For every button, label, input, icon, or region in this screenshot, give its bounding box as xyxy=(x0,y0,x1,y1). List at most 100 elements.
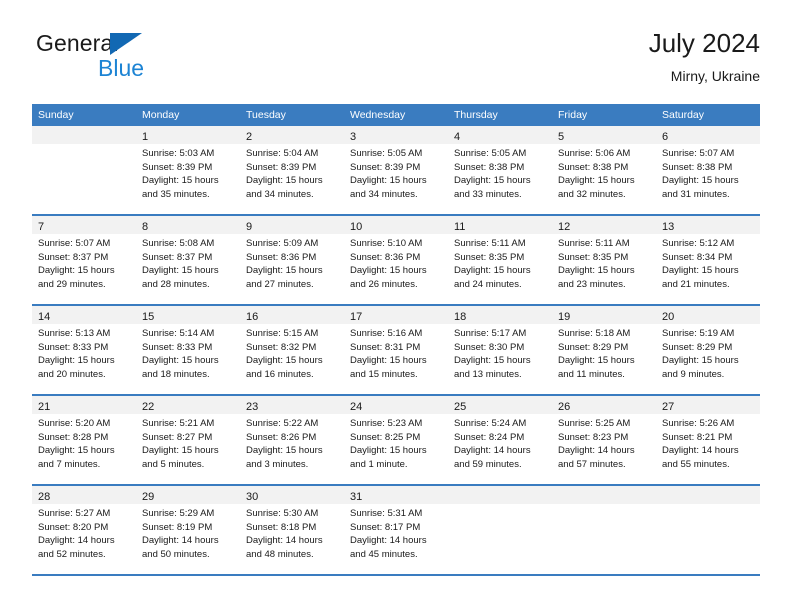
day-cell-inner: 18 Sunrise: 5:17 AM Sunset: 8:30 PM Dayligh… xyxy=(448,306,552,394)
calendar-day-cell[interactable]: 4 Sunrise: 5:05 AM Sunset: 8:38 PM Daylight… xyxy=(448,126,552,215)
weekday-header-thursday: Thursday xyxy=(448,104,552,126)
day-detail-line: Sunrise: 5:14 AM xyxy=(142,328,215,339)
day-cell-inner: 13 Sunrise: 5:12 AM Sunset: 8:34 PM Dayligh… xyxy=(656,216,760,304)
day-cell-details: Sunrise: 5:08 AM Sunset: 8:37 PM Daylight:… xyxy=(136,234,240,291)
calendar-day-cell[interactable]: 9 Sunrise: 5:09 AM Sunset: 8:36 PM Daylight… xyxy=(240,214,344,305)
day-detail-line: Sunrise: 5:25 AM xyxy=(558,418,631,429)
day-detail-line: and 32 minutes. xyxy=(558,188,626,200)
day-cell-details: Sunrise: 5:09 AM Sunset: 8:36 PM Daylight:… xyxy=(240,234,344,291)
day-detail-line: Sunset: 8:38 PM xyxy=(558,161,629,173)
day-number: 4 xyxy=(454,131,461,143)
day-number-band: 14 xyxy=(32,306,136,324)
calendar-day-cell[interactable]: 23 Sunrise: 5:22 AM Sunset: 8:26 PM Dayligh… xyxy=(240,394,344,485)
day-detail-line: Sunrise: 5:04 AM xyxy=(246,148,319,159)
calendar-day-cell[interactable]: 5 Sunrise: 5:06 AM Sunset: 8:38 PM Daylight… xyxy=(552,126,656,215)
day-detail-line: Sunrise: 5:05 AM xyxy=(350,148,423,159)
day-number-band: 3 xyxy=(344,126,448,144)
day-cell-inner: 5 Sunrise: 5:06 AM Sunset: 8:38 PM Daylight… xyxy=(552,126,656,214)
calendar-day-cell[interactable]: 19 Sunrise: 5:18 AM Sunset: 8:29 PM Dayligh… xyxy=(552,304,656,395)
day-detail-line: Daylight: 15 hours xyxy=(142,265,219,277)
calendar-day-cell[interactable]: 14 Sunrise: 5:13 AM Sunset: 8:33 PM Dayligh… xyxy=(32,304,136,395)
calendar-day-cell[interactable]: 10 Sunrise: 5:10 AM Sunset: 8:36 PM Dayligh… xyxy=(344,214,448,305)
day-detail-line: and 57 minutes. xyxy=(558,458,626,470)
day-cell-inner: 21 Sunrise: 5:20 AM Sunset: 8:28 PM Dayligh… xyxy=(32,396,136,484)
day-number-band: 19 xyxy=(552,306,656,324)
calendar-day-cell[interactable]: 22 Sunrise: 5:21 AM Sunset: 8:27 PM Dayligh… xyxy=(136,394,240,485)
day-cell-inner: 11 Sunrise: 5:11 AM Sunset: 8:35 PM Dayligh… xyxy=(448,216,552,304)
day-number-band: 24 xyxy=(344,396,448,414)
day-detail-line: Daylight: 15 hours xyxy=(38,265,115,277)
page-subtitle: Mirny, Ukraine xyxy=(670,68,760,84)
day-number: 9 xyxy=(246,221,253,233)
calendar-day-cell[interactable]: 11 Sunrise: 5:11 AM Sunset: 8:35 PM Dayligh… xyxy=(448,214,552,305)
day-number: 18 xyxy=(454,311,467,323)
day-number-band: 18 xyxy=(448,306,552,324)
calendar-day-cell[interactable]: 6 Sunrise: 5:07 AM Sunset: 8:38 PM Daylight… xyxy=(656,126,760,215)
calendar-day-cell[interactable]: 25 Sunrise: 5:24 AM Sunset: 8:24 PM Dayligh… xyxy=(448,394,552,485)
day-cell-details xyxy=(656,504,760,507)
calendar-day-cell[interactable]: 12 Sunrise: 5:11 AM Sunset: 8:35 PM Dayligh… xyxy=(552,214,656,305)
day-detail-line: Sunrise: 5:19 AM xyxy=(662,328,735,339)
day-number: 6 xyxy=(662,131,669,143)
weekday-header-tuesday: Tuesday xyxy=(240,104,344,126)
day-detail-line: Daylight: 15 hours xyxy=(246,265,323,277)
calendar-day-cell[interactable]: 28 Sunrise: 5:27 AM Sunset: 8:20 PM Dayligh… xyxy=(32,484,136,576)
calendar-day-cell[interactable]: 21 Sunrise: 5:20 AM Sunset: 8:28 PM Dayligh… xyxy=(32,394,136,485)
day-detail-line: and 27 minutes. xyxy=(246,278,314,290)
day-detail-line: Sunset: 8:30 PM xyxy=(454,341,525,353)
calendar-day-cell[interactable]: 16 Sunrise: 5:15 AM Sunset: 8:32 PM Dayligh… xyxy=(240,304,344,395)
calendar-day-cell[interactable]: 8 Sunrise: 5:08 AM Sunset: 8:37 PM Daylight… xyxy=(136,214,240,305)
day-detail-line: Sunrise: 5:31 AM xyxy=(350,508,423,519)
day-detail-line: Sunrise: 5:08 AM xyxy=(142,238,215,249)
weekday-header-saturday: Saturday xyxy=(656,104,760,126)
day-cell-details: Sunrise: 5:20 AM Sunset: 8:28 PM Daylight:… xyxy=(32,414,136,471)
calendar-day-cell[interactable]: 31 Sunrise: 5:31 AM Sunset: 8:17 PM Dayligh… xyxy=(344,484,448,576)
day-cell-details: Sunrise: 5:23 AM Sunset: 8:25 PM Daylight:… xyxy=(344,414,448,471)
logo-text-general: General xyxy=(36,30,119,56)
calendar-grid: Sunday Monday Tuesday Wednesday Thursday… xyxy=(32,104,760,576)
day-cell-details: Sunrise: 5:16 AM Sunset: 8:31 PM Daylight:… xyxy=(344,324,448,381)
day-number-band: 6 xyxy=(656,126,760,144)
calendar-day-cell[interactable]: 27 Sunrise: 5:26 AM Sunset: 8:21 PM Dayligh… xyxy=(656,394,760,485)
day-number-band: 10 xyxy=(344,216,448,234)
day-detail-line: Sunset: 8:31 PM xyxy=(350,341,421,353)
weekday-header-friday: Friday xyxy=(552,104,656,126)
calendar-day-cell[interactable]: 3 Sunrise: 5:05 AM Sunset: 8:39 PM Daylight… xyxy=(344,126,448,215)
day-cell-details: Sunrise: 5:05 AM Sunset: 8:39 PM Daylight:… xyxy=(344,144,448,201)
calendar-day-cell[interactable]: 13 Sunrise: 5:12 AM Sunset: 8:34 PM Dayligh… xyxy=(656,214,760,305)
day-number: 1 xyxy=(142,131,149,143)
day-number-band: 26 xyxy=(552,396,656,414)
day-detail-line: Sunset: 8:35 PM xyxy=(558,251,629,263)
day-detail-line: Daylight: 15 hours xyxy=(246,355,323,367)
day-number-band: 5 xyxy=(552,126,656,144)
day-number-band: 28 xyxy=(32,486,136,504)
day-number: 12 xyxy=(558,221,571,233)
day-cell-details xyxy=(552,504,656,507)
calendar-day-cell[interactable]: 24 Sunrise: 5:23 AM Sunset: 8:25 PM Dayligh… xyxy=(344,394,448,485)
day-cell-details: Sunrise: 5:13 AM Sunset: 8:33 PM Daylight:… xyxy=(32,324,136,381)
day-number: 2 xyxy=(246,131,253,143)
day-cell-details: Sunrise: 5:31 AM Sunset: 8:17 PM Daylight:… xyxy=(344,504,448,561)
calendar-week-row: 14 Sunrise: 5:13 AM Sunset: 8:33 PM Dayligh… xyxy=(32,304,760,395)
day-detail-line: Sunrise: 5:10 AM xyxy=(350,238,423,249)
calendar-day-cell[interactable]: 7 Sunrise: 5:07 AM Sunset: 8:37 PM Daylight… xyxy=(32,214,136,305)
calendar-day-cell[interactable]: 1 Sunrise: 5:03 AM Sunset: 8:39 PM Daylight… xyxy=(136,126,240,215)
calendar-day-cell[interactable]: 26 Sunrise: 5:25 AM Sunset: 8:23 PM Dayligh… xyxy=(552,394,656,485)
calendar-day-cell[interactable]: 29 Sunrise: 5:29 AM Sunset: 8:19 PM Dayligh… xyxy=(136,484,240,576)
day-detail-line: and 5 minutes. xyxy=(142,458,205,470)
day-number-band: 29 xyxy=(136,486,240,504)
day-cell-details: Sunrise: 5:29 AM Sunset: 8:19 PM Daylight:… xyxy=(136,504,240,561)
calendar-day-cell[interactable]: 17 Sunrise: 5:16 AM Sunset: 8:31 PM Dayligh… xyxy=(344,304,448,395)
day-detail-line: Sunset: 8:37 PM xyxy=(38,251,109,263)
calendar-day-cell[interactable]: 18 Sunrise: 5:17 AM Sunset: 8:30 PM Dayligh… xyxy=(448,304,552,395)
day-cell-details: Sunrise: 5:10 AM Sunset: 8:36 PM Daylight:… xyxy=(344,234,448,291)
calendar-day-cell[interactable]: 15 Sunrise: 5:14 AM Sunset: 8:33 PM Dayligh… xyxy=(136,304,240,395)
calendar-day-cell[interactable]: 2 Sunrise: 5:04 AM Sunset: 8:39 PM Daylight… xyxy=(240,126,344,215)
day-detail-line: Sunset: 8:20 PM xyxy=(38,521,109,533)
calendar-day-cell[interactable]: 30 Sunrise: 5:30 AM Sunset: 8:18 PM Dayligh… xyxy=(240,484,344,576)
day-number: 7 xyxy=(38,221,45,233)
calendar-day-cell[interactable]: 20 Sunrise: 5:19 AM Sunset: 8:29 PM Dayligh… xyxy=(656,304,760,395)
day-cell-details: Sunrise: 5:27 AM Sunset: 8:20 PM Daylight:… xyxy=(32,504,136,561)
day-detail-line: and 33 minutes. xyxy=(454,188,522,200)
day-detail-line: and 28 minutes. xyxy=(142,278,210,290)
